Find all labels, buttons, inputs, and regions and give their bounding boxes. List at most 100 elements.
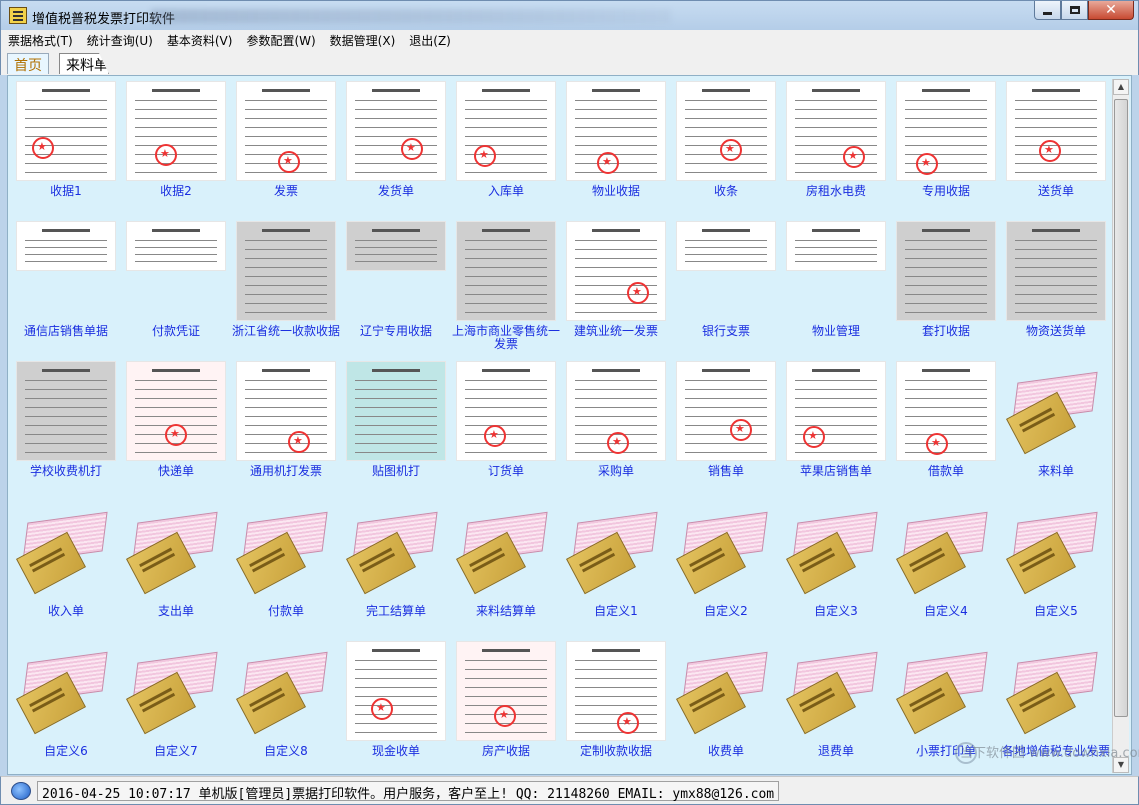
template-label[interactable]: 自定义6	[11, 745, 121, 758]
template-item[interactable]: 物业管理	[781, 221, 891, 361]
template-item[interactable]: 套打收据	[891, 221, 1001, 361]
template-label[interactable]: 订货单	[451, 465, 561, 478]
maximize-button[interactable]	[1061, 1, 1088, 20]
template-item[interactable]: 收据1	[11, 81, 121, 221]
template-label[interactable]: 入库单	[451, 185, 561, 198]
template-label[interactable]: 房租水电费	[781, 185, 891, 198]
scroll-up-arrow-icon[interactable]: ▲	[1113, 79, 1129, 95]
template-item[interactable]: 发货单	[341, 81, 451, 221]
scroll-thumb[interactable]	[1114, 99, 1128, 717]
template-item[interactable]: 收据2	[121, 81, 231, 221]
template-item[interactable]: 房租水电费	[781, 81, 891, 221]
template-label[interactable]: 来料单	[1001, 465, 1111, 478]
menu-item-invoice-format[interactable]: 票据格式(T)	[1, 30, 80, 50]
template-label[interactable]: 定制收款收据	[561, 745, 671, 758]
title-bar[interactable]: 增值税普税发票打印软件 ✕	[0, 0, 1139, 30]
template-item[interactable]: 来料结算单	[451, 501, 561, 641]
template-item[interactable]: 自定义7	[121, 641, 231, 774]
template-label[interactable]: 退费单	[781, 745, 891, 758]
template-item[interactable]: 送货单	[1001, 81, 1111, 221]
template-item[interactable]: 收条	[671, 81, 781, 221]
template-item[interactable]: 收费单	[671, 641, 781, 774]
template-item[interactable]: 现金收单	[341, 641, 451, 774]
template-label[interactable]: 通信店销售单据	[11, 325, 121, 338]
template-label[interactable]: 送货单	[1001, 185, 1111, 198]
vertical-scrollbar[interactable]: ▲ ▼	[1112, 79, 1129, 773]
close-button[interactable]: ✕	[1088, 1, 1134, 20]
template-item[interactable]: 付款单	[231, 501, 341, 641]
template-label[interactable]: 自定义7	[121, 745, 231, 758]
menu-item-data-management[interactable]: 数据管理(X)	[323, 30, 403, 50]
template-label[interactable]: 收据1	[11, 185, 121, 198]
template-label[interactable]: 采购单	[561, 465, 671, 478]
template-item[interactable]: 自定义5	[1001, 501, 1111, 641]
template-label[interactable]: 付款凭证	[121, 325, 231, 338]
template-label[interactable]: 浙江省统一收款收据	[231, 325, 341, 338]
template-item[interactable]: 苹果店销售单	[781, 361, 891, 501]
menu-item-exit[interactable]: 退出(Z)	[402, 30, 458, 50]
template-label[interactable]: 套打收据	[891, 325, 1001, 338]
template-item[interactable]: 定制收款收据	[561, 641, 671, 774]
template-item[interactable]: 自定义3	[781, 501, 891, 641]
template-label[interactable]: 自定义3	[781, 605, 891, 618]
template-label[interactable]: 自定义5	[1001, 605, 1111, 618]
template-label[interactable]: 学校收费机打	[11, 465, 121, 478]
tab-lailiao[interactable]: 来料单	[59, 53, 109, 74]
template-label[interactable]: 贴图机打	[341, 465, 451, 478]
template-item[interactable]: 完工结算单	[341, 501, 451, 641]
template-item[interactable]: 上海市商业零售统一发票	[451, 221, 561, 361]
template-label[interactable]: 房产收据	[451, 745, 561, 758]
template-label[interactable]: 专用收据	[891, 185, 1001, 198]
template-item[interactable]: 通信店销售单据	[11, 221, 121, 361]
template-item[interactable]: 辽宁专用收据	[341, 221, 451, 361]
template-label[interactable]: 上海市商业零售统一发票	[451, 325, 561, 351]
template-item[interactable]: 采购单	[561, 361, 671, 501]
template-label[interactable]: 自定义2	[671, 605, 781, 618]
template-item[interactable]: 浙江省统一收款收据	[231, 221, 341, 361]
template-item[interactable]: 专用收据	[891, 81, 1001, 221]
template-label[interactable]: 发货单	[341, 185, 451, 198]
template-label[interactable]: 完工结算单	[341, 605, 451, 618]
template-item[interactable]: 物业收据	[561, 81, 671, 221]
template-label[interactable]: 借款单	[891, 465, 1001, 478]
minimize-button[interactable]	[1034, 1, 1061, 20]
template-item[interactable]: 银行支票	[671, 221, 781, 361]
template-item[interactable]: 自定义4	[891, 501, 1001, 641]
template-item[interactable]: 建筑业统一发票	[561, 221, 671, 361]
template-label[interactable]: 辽宁专用收据	[341, 325, 451, 338]
template-item[interactable]: 收入单	[11, 501, 121, 641]
template-item[interactable]: 物资送货单	[1001, 221, 1111, 361]
template-item[interactable]: 付款凭证	[121, 221, 231, 361]
template-item[interactable]: 自定义1	[561, 501, 671, 641]
template-label[interactable]: 付款单	[231, 605, 341, 618]
template-label[interactable]: 建筑业统一发票	[561, 325, 671, 338]
template-item[interactable]: 快递单	[121, 361, 231, 501]
template-label[interactable]: 来料结算单	[451, 605, 561, 618]
template-item[interactable]: 销售单	[671, 361, 781, 501]
template-item[interactable]: 房产收据	[451, 641, 561, 774]
template-item[interactable]: 通用机打发票	[231, 361, 341, 501]
template-item[interactable]: 自定义6	[11, 641, 121, 774]
template-label[interactable]: 快递单	[121, 465, 231, 478]
template-label[interactable]: 自定义4	[891, 605, 1001, 618]
template-item[interactable]: 发票	[231, 81, 341, 221]
template-label[interactable]: 销售单	[671, 465, 781, 478]
template-item[interactable]: 自定义2	[671, 501, 781, 641]
template-label[interactable]: 支出单	[121, 605, 231, 618]
template-label[interactable]: 自定义1	[561, 605, 671, 618]
template-label[interactable]: 物业收据	[561, 185, 671, 198]
template-label[interactable]: 物业管理	[781, 325, 891, 338]
template-label[interactable]: 苹果店销售单	[781, 465, 891, 478]
template-label[interactable]: 银行支票	[671, 325, 781, 338]
template-label[interactable]: 自定义8	[231, 745, 341, 758]
menu-item-basic-data[interactable]: 基本资料(V)	[160, 30, 240, 50]
template-label[interactable]: 收费单	[671, 745, 781, 758]
template-label[interactable]: 通用机打发票	[231, 465, 341, 478]
template-label[interactable]: 收入单	[11, 605, 121, 618]
template-item[interactable]: 支出单	[121, 501, 231, 641]
template-label[interactable]: 收条	[671, 185, 781, 198]
template-label[interactable]: 现金收单	[341, 745, 451, 758]
template-item[interactable]: 订货单	[451, 361, 561, 501]
template-item[interactable]: 学校收费机打	[11, 361, 121, 501]
template-label[interactable]: 发票	[231, 185, 341, 198]
